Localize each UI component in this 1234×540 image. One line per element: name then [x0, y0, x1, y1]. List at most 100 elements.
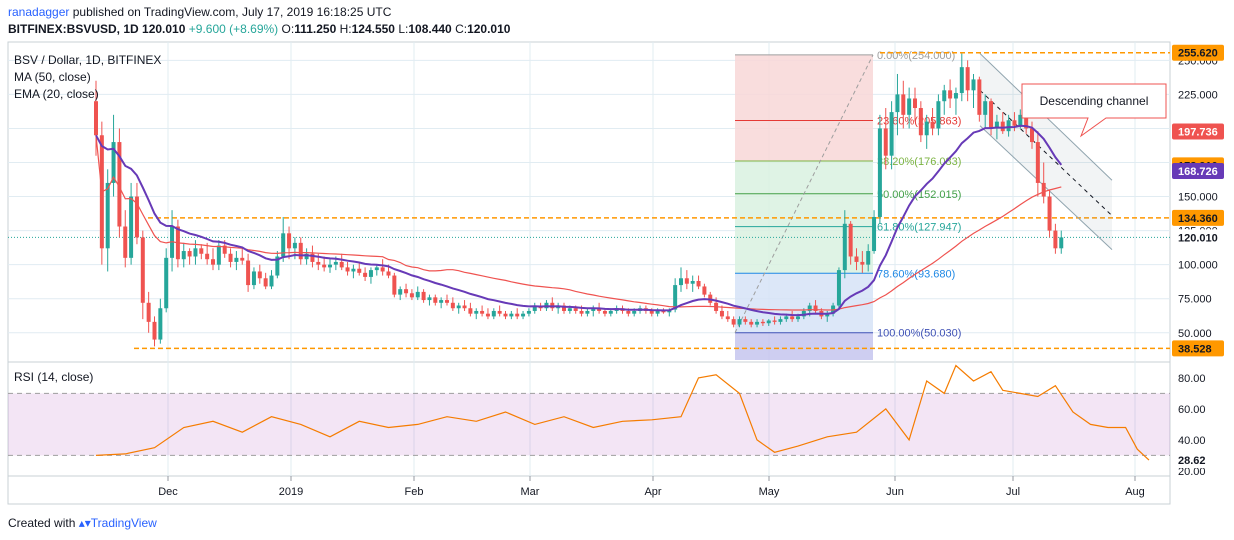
- candle-body: [790, 316, 795, 320]
- created-with-text: Created with: [8, 516, 76, 530]
- candle-body: [1059, 237, 1064, 249]
- price-tick-label: 150.000: [1178, 192, 1218, 204]
- rsi-tick-label: 40.00: [1178, 435, 1206, 447]
- candle-body: [328, 264, 332, 268]
- candle-body: [216, 245, 221, 265]
- candle-body: [918, 108, 923, 136]
- price-label: 197.736: [1178, 127, 1218, 139]
- candle-body: [497, 310, 502, 314]
- candle-body: [573, 308, 578, 311]
- candle-body: [649, 310, 654, 314]
- rsi-last-label: 28.62: [1178, 455, 1206, 467]
- candle-body: [585, 310, 590, 314]
- candle-body: [462, 305, 467, 309]
- moving-averages: [95, 124, 1063, 317]
- candle-body: [339, 261, 344, 268]
- tradingview-brand: TradingView: [90, 516, 157, 530]
- candle-body: [737, 319, 742, 325]
- candle-body: [953, 93, 958, 99]
- candle-body: [673, 285, 678, 310]
- candle-body: [942, 90, 947, 102]
- candle-body: [883, 128, 888, 156]
- annotation-text: Descending channel: [1040, 94, 1149, 108]
- rsi-tick-label: 80.00: [1178, 373, 1206, 385]
- candle-body: [333, 261, 338, 265]
- fib-zone: [735, 161, 873, 194]
- rsi-band-fill: [8, 393, 1170, 456]
- candle-body: [234, 257, 239, 262]
- fib-zone: [735, 120, 873, 162]
- candle-body: [404, 289, 409, 294]
- candle-body: [959, 67, 964, 94]
- candle-body: [1000, 121, 1005, 132]
- candle-body: [872, 216, 877, 252]
- ema-20-line: [95, 124, 1063, 317]
- candle-body: [456, 305, 461, 309]
- time-tick-label: May: [759, 486, 780, 498]
- candle-body: [187, 251, 192, 257]
- fib-label: 61.80%(127.947): [877, 222, 961, 234]
- candle-body: [877, 128, 882, 217]
- price-tick-label: 100.000: [1178, 260, 1218, 272]
- candle-body: [836, 270, 841, 306]
- candle-body: [445, 300, 449, 303]
- candle-body: [602, 310, 607, 314]
- candle-body: [989, 101, 994, 129]
- candle-body: [263, 278, 268, 287]
- candle-body: [1047, 196, 1052, 231]
- fib-zone: [735, 193, 873, 227]
- candle-body: [480, 310, 485, 314]
- candle-body: [433, 297, 438, 303]
- price-tick-label: 50.000: [1178, 328, 1212, 340]
- time-tick-label: Jun: [886, 486, 904, 498]
- candle-body: [848, 223, 853, 257]
- candle-body: [322, 264, 327, 268]
- rsi-pane: 20.0040.0060.0080.0028.62: [8, 364, 1224, 478]
- candle-body: [240, 257, 245, 261]
- price-label: 168.726: [1178, 166, 1218, 178]
- candle-body: [140, 237, 145, 303]
- candle-body: [199, 248, 204, 254]
- footer: Created with ▴▾TradingView: [8, 515, 157, 531]
- candle-body: [94, 101, 98, 136]
- candle-body: [316, 261, 321, 265]
- candle-body: [345, 267, 350, 272]
- candle-body: [860, 261, 865, 265]
- legend-title: BSV / Dollar, 1D, BITFINEX: [14, 53, 161, 67]
- time-tick-label: Aug: [1125, 486, 1145, 498]
- candle-body: [766, 320, 771, 324]
- legend-ema: EMA (20, close): [14, 87, 99, 101]
- candle-body: [760, 321, 765, 324]
- candle-body: [450, 302, 455, 309]
- candle-body: [608, 310, 613, 314]
- candle-body: [796, 316, 800, 320]
- chart-canvas[interactable]: 0.00%(254.000)23.60%(205.863)38.20%(176.…: [0, 0, 1234, 512]
- candle-body: [427, 297, 432, 301]
- candle-body: [468, 308, 473, 314]
- candle-body: [292, 242, 297, 249]
- candle-body: [567, 308, 572, 311]
- price-tick-label: 225.000: [1178, 89, 1218, 101]
- time-tick-label: Apr: [644, 486, 661, 498]
- candle-body: [684, 278, 689, 284]
- channel-fill: [980, 53, 1112, 250]
- candle-body: [1030, 128, 1034, 143]
- candle-body: [1012, 120, 1017, 126]
- candle-body: [930, 121, 935, 129]
- candle-body: [181, 251, 186, 260]
- price-label: 38.528: [1178, 343, 1212, 355]
- candle-body: [246, 260, 251, 286]
- candle-body: [485, 313, 490, 317]
- candle-body: [193, 248, 198, 257]
- candle-body: [357, 268, 362, 273]
- candle-body: [626, 310, 631, 314]
- candle-body: [398, 289, 403, 295]
- fib-label: 0.00%(254.000): [877, 50, 955, 62]
- candle-body: [725, 316, 730, 320]
- legend-ma: MA (50, close): [14, 70, 91, 84]
- candle-body: [948, 90, 953, 99]
- tradingview-logo-icon: ▴▾: [78, 516, 91, 530]
- candle-body: [690, 281, 695, 284]
- candle-body: [228, 253, 233, 262]
- candle-body: [755, 321, 760, 325]
